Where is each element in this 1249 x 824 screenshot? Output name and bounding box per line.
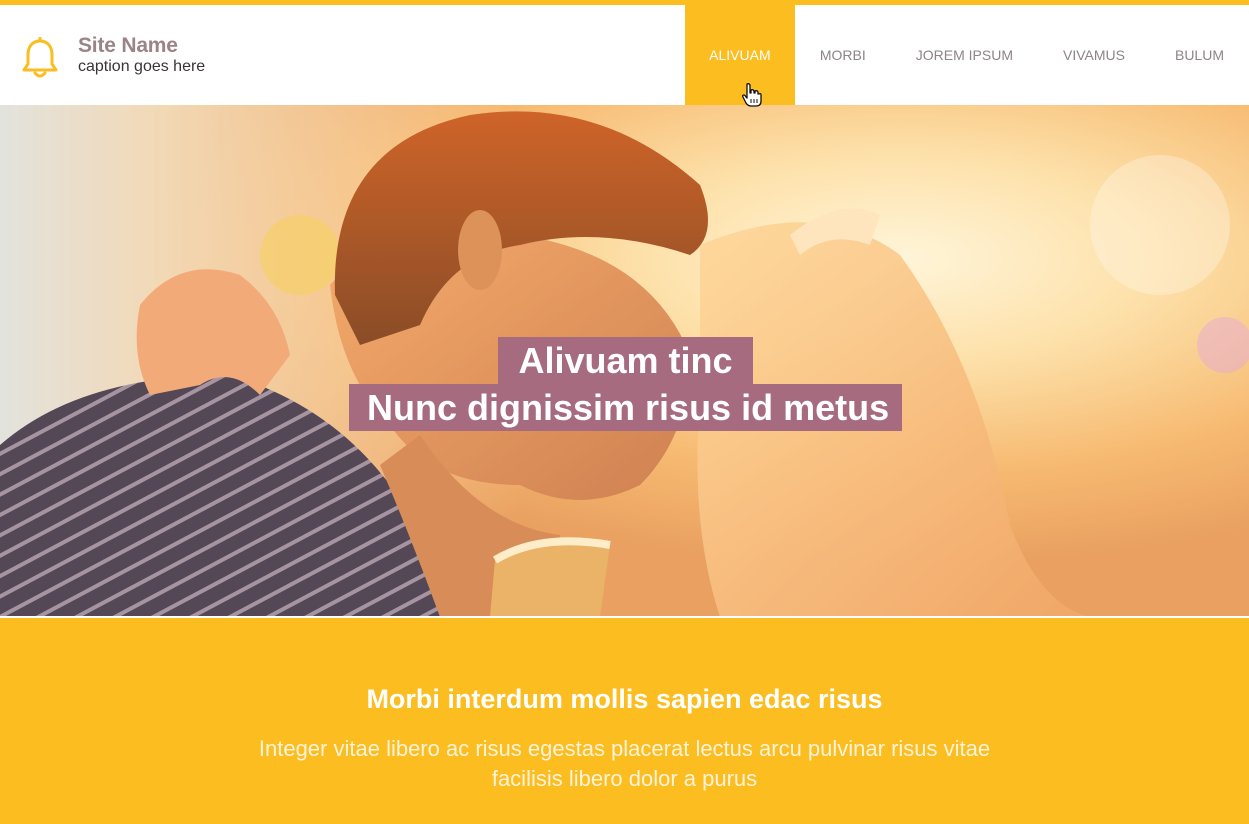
nav-item-morbi[interactable]: MORBI <box>795 5 891 105</box>
nav-item-jorem-ipsum[interactable]: JOREM IPSUM <box>891 5 1038 105</box>
bell-icon[interactable] <box>20 37 60 79</box>
intro-title: Morbi interdum mollis sapien edac risus <box>366 684 883 714</box>
main-nav: ALIVUAM MORBI JOREM IPSUM VIVAMUS BULUM <box>684 5 1249 105</box>
nav-item-alivuam[interactable]: ALIVUAM <box>684 5 795 105</box>
site-name[interactable]: Site Name <box>78 34 178 58</box>
hero-headline-line2: Nunc dignissim risus id metus <box>349 384 902 431</box>
hand-cursor-icon <box>742 83 762 107</box>
hero-headline-line1: Alivuam tinc <box>498 337 753 384</box>
site-caption: caption goes here <box>78 58 206 75</box>
nav-item-vivamus[interactable]: VIVAMUS <box>1038 5 1150 105</box>
intro-text: Integer vitae libero ac risus egestas pl… <box>258 736 991 791</box>
intro-section: Morbi interdum mollis sapien edac risus … <box>0 618 1249 824</box>
hero-banner: Alivuam tinc Nunc dignissim risus id met… <box>0 105 1249 617</box>
site-header: Site Name caption goes here ALIVUAM MORB… <box>0 5 1249 105</box>
nav-item-bulum[interactable]: BULUM <box>1150 5 1249 105</box>
